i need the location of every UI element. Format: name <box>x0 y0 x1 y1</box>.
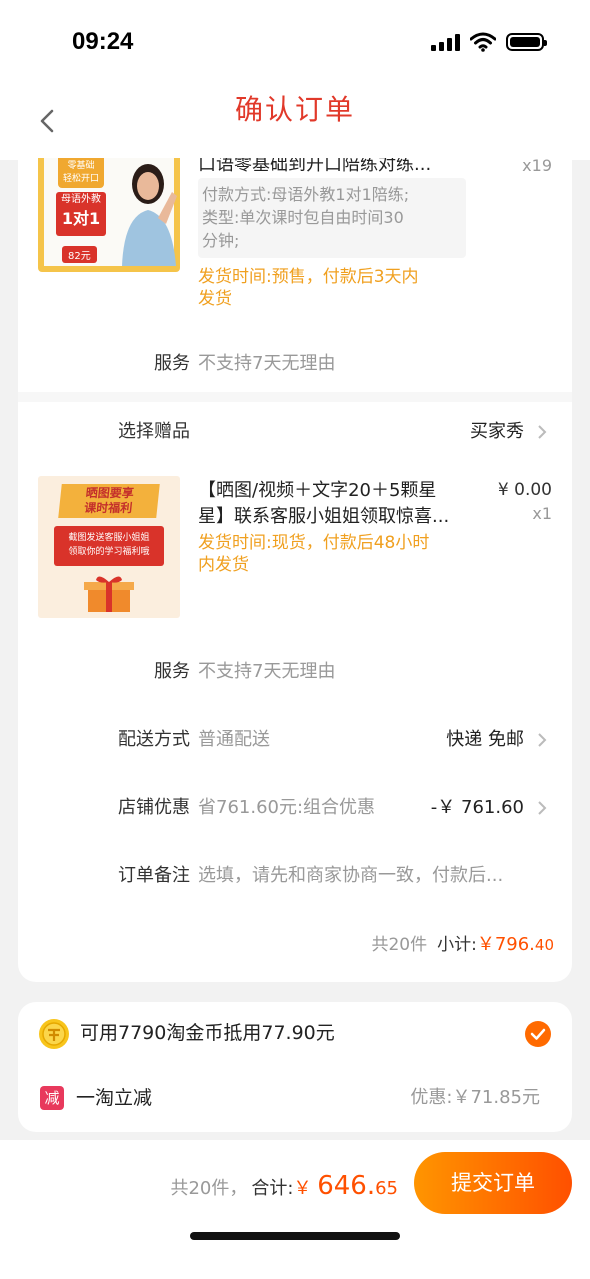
discount-amount: -￥ 761.60 <box>430 797 524 818</box>
item-2-price: ¥ 0.00 <box>497 480 552 500</box>
chevron-right-icon <box>538 733 547 747</box>
tutor-photo-icon <box>122 164 177 266</box>
thumb-banner: 晒图要享 课时福利 <box>58 484 160 518</box>
gift-value: 买家秀 <box>470 421 524 442</box>
taojinbi-coin-icon <box>39 1019 69 1049</box>
submit-order-button[interactable]: 提交订单 <box>414 1152 572 1214</box>
wifi-icon <box>470 32 496 52</box>
delivery-row[interactable]: 配送方式 普通配送 快递 免邮 <box>18 720 572 760</box>
service-row-2: 服务 不支持7天无理由 <box>154 661 336 682</box>
delivery-method: 快递 免邮 <box>446 729 524 750</box>
item-2-shipping: 发货时间:现货，付款后48小时 内发货 <box>198 533 430 575</box>
subtotal: 共20件 小计:￥796.40 <box>371 934 554 955</box>
thumb-note: 截图发送客服小姐姐 领取你的学习福利哦 <box>54 526 164 566</box>
gift-box-icon <box>84 576 134 612</box>
item-1-spec[interactable]: 付款方式:母语外教1对1陪练; 类型:单次课时包自由时间30 分钟; <box>198 178 466 258</box>
item-1-shipping: 发货时间:预售，付款后3天内 发货 <box>198 267 419 309</box>
divider <box>18 392 572 402</box>
gift-row[interactable]: 选择赠品 买家秀 <box>18 412 572 452</box>
item-1-title[interactable]: 口语零基础到开口陪练对练... <box>198 158 431 178</box>
thumb-badge: 母语外教 1对1 <box>56 192 106 236</box>
yitao-value: 优惠:￥71.85元 <box>410 1087 540 1108</box>
yitao-label: 一淘立减 <box>76 1087 153 1109</box>
order-note-input[interactable]: 选填，请先和商家协商一致，付款后... <box>198 856 503 896</box>
signal-icon <box>431 33 460 51</box>
chevron-right-icon <box>538 425 547 439</box>
status-bar: 09:24 <box>0 0 590 80</box>
store-discount-row[interactable]: 店铺优惠 省761.60元:组合优惠 -￥ 761.60 <box>18 788 572 828</box>
bottom-bar: 共20件， 合计:￥ 646.65 提交订单 <box>0 1140 590 1279</box>
order-card: 零基础 轻松开口 母语外教 1对1 82元 口语零基础到开口陪练对练... x1… <box>18 158 572 982</box>
order-note-row[interactable]: 订单备注 选填，请先和商家协商一致，付款后... <box>18 856 572 896</box>
check-circle-icon[interactable] <box>524 1020 552 1048</box>
status-time: 09:24 <box>72 28 134 55</box>
yitao-discount-icon: 减 <box>40 1086 64 1110</box>
chevron-right-icon <box>538 801 547 815</box>
service-row-1: 服务 不支持7天无理由 <box>154 353 336 374</box>
taojinbi-text: 可用7790淘金币抵用77.90元 <box>80 1022 335 1044</box>
thumb-tag: 零基础 轻松开口 <box>58 158 104 188</box>
item-1-quantity: x19 <box>522 158 552 175</box>
thumb-price: 82元 <box>62 246 97 263</box>
discount-card: 可用7790淘金币抵用77.90元 减 一淘立减 优惠:￥71.85元 <box>18 1002 572 1132</box>
item-2-title[interactable]: 【晒图/视频＋文字20＋5颗星 星】联系客服小姐姐领取惊喜... <box>198 478 488 530</box>
product-thumbnail-2[interactable]: 晒图要享 课时福利 截图发送客服小姐姐 领取你的学习福利哦 <box>38 476 180 618</box>
battery-icon <box>506 33 547 51</box>
nav-bar: 确认订单 <box>0 80 590 160</box>
home-indicator[interactable] <box>190 1232 400 1240</box>
status-icons <box>431 32 547 52</box>
page-title: 确认订单 <box>234 93 355 126</box>
order-total: 共20件， 合计:￥ 646.65 <box>170 1171 398 1201</box>
item-2-quantity: x1 <box>532 504 552 523</box>
product-thumbnail-1[interactable]: 零基础 轻松开口 母语外教 1对1 82元 <box>38 158 180 272</box>
